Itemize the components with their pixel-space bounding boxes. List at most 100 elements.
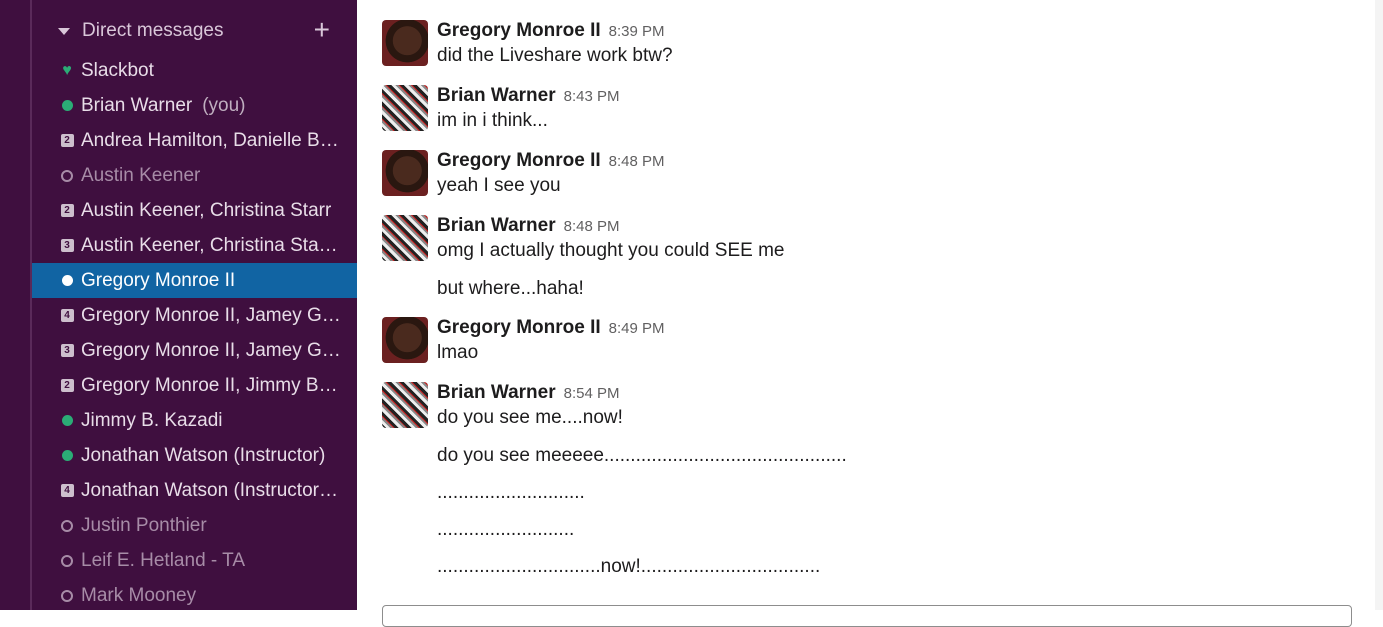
dm-list: ♥ Slackbot Brian Warner (you) 2 Andrea Hamilt…: [32, 53, 357, 610]
status-indicator: [61, 589, 73, 602]
status-indicator: 4: [60, 309, 74, 322]
message-header: Gregory Monroe II 8:48 PM: [437, 150, 665, 172]
dm-item-label: Gregory Monroe II, Jimmy B. ...: [81, 374, 341, 396]
add-dm-button[interactable]: +: [314, 14, 330, 46]
dm-item-label: Jimmy B. Kazadi: [81, 409, 223, 431]
dm-item[interactable]: Austin Keener: [32, 158, 357, 193]
status-indicator: 4: [60, 484, 74, 497]
section-title: Direct messages: [82, 20, 224, 41]
dm-item-label: Austin Keener, Christina Starr: [81, 199, 332, 221]
message-header: Brian Warner 8:48 PM: [437, 215, 619, 237]
message-text: but where...haha!: [437, 278, 584, 299]
dm-item[interactable]: Gregory Monroe II: [32, 263, 357, 298]
dm-item[interactable]: ♥ Slackbot: [32, 53, 357, 88]
message-timestamp[interactable]: 8:49 PM: [609, 320, 665, 337]
status-indicator: 3: [60, 239, 74, 252]
message-text: im in i think...: [437, 110, 548, 131]
message-timestamp[interactable]: 8:48 PM: [609, 153, 665, 170]
message-author[interactable]: Gregory Monroe II: [437, 20, 601, 41]
message-author[interactable]: Brian Warner: [437, 215, 556, 236]
dm-item-label: Mark Mooney: [81, 584, 197, 606]
dm-item-label: Jonathan Watson (Instructor)...: [81, 479, 341, 501]
dm-item-label: Austin Keener, Christina Starr...: [81, 234, 341, 256]
caret-down-icon[interactable]: [58, 27, 70, 35]
message-timestamp[interactable]: 8:39 PM: [609, 23, 665, 40]
avatar[interactable]: [382, 85, 428, 131]
dm-item[interactable]: 4 Gregory Monroe II, Jamey Gr...: [32, 298, 357, 333]
avatar[interactable]: [382, 317, 428, 363]
message-author[interactable]: Gregory Monroe II: [437, 150, 601, 171]
member-count-icon: 4: [60, 484, 74, 497]
message-text: lmao: [437, 342, 479, 363]
online-dot-icon: [60, 415, 74, 426]
message-text: do you see meeeee.......................…: [437, 445, 847, 466]
status-indicator: [61, 519, 73, 532]
message-author[interactable]: Gregory Monroe II: [437, 317, 601, 338]
dm-item[interactable]: Mark Mooney: [32, 578, 357, 610]
dm-item[interactable]: 2 Andrea Hamilton, Danielle By...: [32, 123, 357, 158]
message-text: do you see me....now!: [437, 407, 623, 428]
message-header: Brian Warner 8:54 PM: [437, 382, 619, 404]
dm-item-label: Slackbot: [81, 59, 154, 81]
member-count-icon: 2: [60, 134, 74, 147]
status-indicator: 2: [60, 134, 74, 147]
online-dot-icon: [60, 100, 74, 111]
avatar[interactable]: [382, 215, 428, 261]
away-dot-icon: [60, 519, 74, 532]
dm-item[interactable]: 3 Austin Keener, Christina Starr...: [32, 228, 357, 263]
message-pane: Gregory Monroe II 8:39 PM did the Liveshar…: [357, 0, 1383, 627]
dm-item[interactable]: 2 Austin Keener, Christina Starr: [32, 193, 357, 228]
message-timestamp[interactable]: 8:43 PM: [564, 88, 620, 105]
dm-item[interactable]: 2 Gregory Monroe II, Jimmy B. ...: [32, 368, 357, 403]
message-text: ............................: [437, 482, 585, 503]
status-indicator: [61, 275, 73, 286]
dm-item[interactable]: Brian Warner (you): [32, 88, 357, 123]
dm-item[interactable]: 4 Jonathan Watson (Instructor)...: [32, 473, 357, 508]
scrollbar[interactable]: [1375, 0, 1383, 610]
message-text: ...............................now!.....…: [437, 556, 821, 577]
message-text: ..........................: [437, 519, 575, 540]
avatar[interactable]: [382, 20, 428, 66]
status-indicator: [61, 554, 73, 567]
dm-item[interactable]: Leif E. Hetland - TA: [32, 543, 357, 578]
message-header: Gregory Monroe II 8:49 PM: [437, 317, 665, 339]
heart-icon: ♥: [60, 62, 74, 80]
dm-item-label: Brian Warner: [81, 94, 193, 116]
away-dot-icon: [60, 589, 74, 602]
direct-messages-header[interactable]: Direct messages +: [58, 14, 338, 48]
online-dot-icon: [60, 275, 74, 286]
avatar[interactable]: [382, 382, 428, 428]
member-count-icon: 4: [60, 309, 74, 322]
message-header: Gregory Monroe II 8:39 PM: [437, 20, 665, 42]
dm-item-label: Leif E. Hetland - TA: [81, 549, 246, 571]
away-dot-icon: [60, 554, 74, 567]
avatar[interactable]: [382, 150, 428, 196]
message-text: yeah I see you: [437, 175, 561, 196]
status-indicator: ♥: [62, 61, 72, 79]
status-indicator: [61, 415, 73, 426]
message-author[interactable]: Brian Warner: [437, 382, 556, 403]
dm-item[interactable]: 3 Gregory Monroe II, Jamey Gr...: [32, 333, 357, 368]
message-author[interactable]: Brian Warner: [437, 85, 556, 106]
member-count-icon: 3: [60, 239, 74, 252]
status-indicator: [61, 169, 73, 182]
member-count-icon: 2: [60, 204, 74, 217]
message-timestamp[interactable]: 8:54 PM: [564, 385, 620, 402]
dm-item[interactable]: Jonathan Watson (Instructor): [32, 438, 357, 473]
message-timestamp[interactable]: 8:48 PM: [564, 218, 620, 235]
status-indicator: [61, 100, 73, 111]
status-indicator: 2: [60, 204, 74, 217]
status-indicator: 3: [60, 344, 74, 357]
message-text: did the Liveshare work btw?: [437, 45, 673, 66]
message-header: Brian Warner 8:43 PM: [437, 85, 619, 107]
message-composer[interactable]: [382, 605, 1352, 627]
dm-item[interactable]: Jimmy B. Kazadi: [32, 403, 357, 438]
dm-item-label: Andrea Hamilton, Danielle By...: [81, 129, 341, 151]
member-count-icon: 3: [60, 344, 74, 357]
dm-item-label: Gregory Monroe II: [81, 269, 236, 291]
sidebar: Direct messages + ♥ Slackbot Brian Warner (…: [0, 0, 357, 610]
dm-item[interactable]: Justin Ponthier: [32, 508, 357, 543]
dm-item-label: Austin Keener: [81, 164, 201, 186]
message-text: omg I actually thought you could SEE me: [437, 240, 785, 261]
dm-item-label: Jonathan Watson (Instructor): [81, 444, 326, 466]
